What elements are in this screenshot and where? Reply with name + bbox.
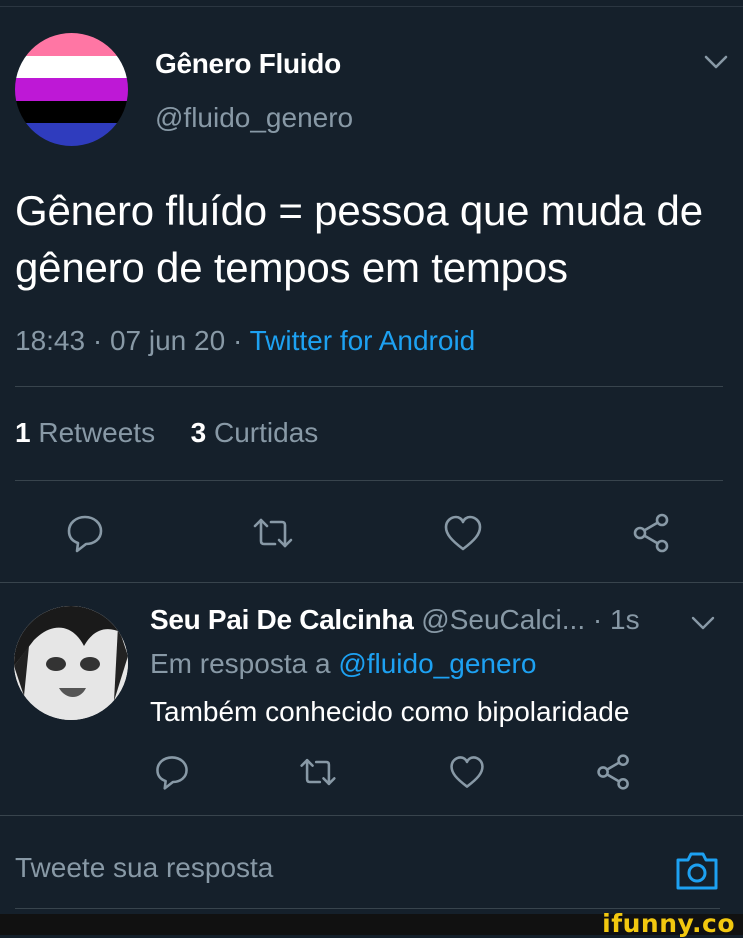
share-icon[interactable] [594,752,634,792]
retweet-label: Retweets [38,417,156,448]
heart-icon[interactable] [441,511,485,555]
divider [15,386,723,387]
chevron-down-icon[interactable] [703,52,729,72]
heart-icon[interactable] [447,752,487,792]
camera-icon[interactable] [674,848,720,892]
reply-icon[interactable] [152,752,192,792]
ifunny-logo: ifunny.co [602,909,735,938]
reply-author-avatar[interactable] [14,606,128,720]
reply-context: Em resposta a @fluido_genero [150,648,536,680]
tweet-meta: 18:43 · 07 jun 20 · Twitter for Android [15,325,476,356]
reply-icon[interactable] [63,511,107,555]
retweet-icon[interactable] [251,511,295,555]
share-icon[interactable] [630,511,674,555]
chevron-down-icon[interactable] [690,614,716,632]
like-label: Curtidas [214,417,319,448]
divider [15,480,723,481]
retweets-stat[interactable]: 1 Retweets [15,417,155,448]
author-avatar[interactable] [15,33,128,146]
reply-input[interactable]: Tweete sua resposta [15,852,273,884]
retweet-icon[interactable] [298,752,338,792]
retweet-count: 1 [15,417,31,448]
tweet-time: 18:43 [15,325,86,356]
tweet-date: 07 jun 20 [109,325,226,356]
tweet-stats: 1 Retweets 3 Curtidas [15,417,318,449]
reply-author-handle[interactable]: @SeuCalci... [421,604,585,635]
tweet-source-link[interactable]: Twitter for Android [250,325,476,356]
top-divider [0,6,743,7]
author-handle[interactable]: @fluido_genero [155,102,353,134]
reply-to-mention[interactable]: @fluido_genero [338,648,536,679]
reply-time: 1s [610,604,640,635]
tweet-text: Gênero fluído = pessoa que muda de gêner… [15,187,703,291]
likes-stat[interactable]: 3 Curtidas [191,417,319,448]
reply-author-name[interactable]: Seu Pai De Calcinha [150,604,414,635]
reply-text: Também conhecido como bipolaridade [150,696,630,727]
like-count: 3 [190,417,207,448]
divider [0,582,743,583]
divider [0,815,743,816]
reply-to-prefix: Em resposta a [150,648,331,679]
reply-header: Seu Pai De Calcinha @SeuCalci... · 1s [150,604,640,635]
author-name[interactable]: Gênero Fluido [155,48,341,80]
